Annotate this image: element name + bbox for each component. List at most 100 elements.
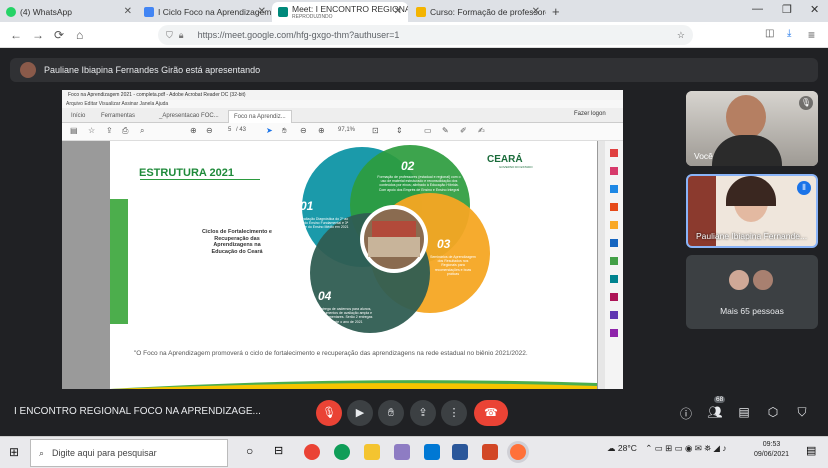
close-tab-icon[interactable]: ✕ — [124, 6, 132, 17]
circle-04-text: Entrega de cadernos para alunos, instrum… — [317, 307, 373, 324]
pdf-tool-icon — [610, 239, 618, 247]
avatar — [752, 269, 774, 291]
hand-icon: ✋︎ — [282, 126, 287, 135]
close-tab-icon[interactable]: ✕ — [532, 6, 540, 17]
back-icon[interactable]: ← — [10, 28, 22, 42]
raise-hand-button[interactable]: ✋︎ — [378, 400, 404, 426]
google-drive-icon — [144, 7, 154, 17]
highlight-icon: ✐ — [460, 126, 467, 135]
tab-meet[interactable]: Meet: I ENCONTRO REGIONAL REPRODUZINDO ✕ — [272, 2, 408, 22]
system-tray: ☁︎ 28°C ⌃ ▭ ⊞ ▭ ◉ ✉ ⛯ ◢ ♪ — [607, 443, 727, 454]
participant-tile-you[interactable]: 🎙︎ Você — [686, 91, 818, 166]
cycle-label: Ciclos de Fortalecimento e Recuperação d… — [202, 229, 272, 255]
tray-icons[interactable]: ⌃ ▭ ⊞ ▭ ◉ ✉ ⛯ ◢ ♪ — [645, 443, 726, 453]
acrobat-login: Fazer logon — [574, 111, 606, 117]
url-field[interactable]: ⛉ 🔒︎ https://meet.google.com/hfg-gxgo-th… — [158, 25, 693, 45]
edge-icon[interactable] — [334, 444, 350, 460]
circle-01-number: 01 — [300, 199, 314, 213]
acrobat-menu-bar: Arquivo Editar Visualizar Assinar Janela… — [62, 100, 623, 108]
windows-start-icon[interactable]: ⊞ — [9, 445, 19, 459]
restore-icon[interactable]: ❐ — [782, 3, 792, 16]
participant-count-badge: 68 — [714, 396, 726, 403]
task-view-icon[interactable]: ○ — [246, 444, 253, 458]
print-icon: ⎙ — [122, 126, 129, 135]
meet-icon — [278, 7, 288, 17]
acrobat-tab-doc2: Foco na Aprendiz... — [228, 110, 292, 123]
clock[interactable]: 09:53 09/06/2021 — [754, 440, 789, 460]
new-tab-icon[interactable]: + — [552, 4, 560, 19]
circle-02-text: Formação de professores (estadual e regi… — [377, 175, 461, 192]
close-tab-icon[interactable]: ✕ — [394, 6, 402, 17]
widgets-icon[interactable]: ⊟ — [274, 444, 283, 457]
lock-icon: 🔒︎ — [178, 29, 184, 40]
windows-taskbar: ⊞ ⌕ Digite aqui para pesquisar ○ ⊟ ☁︎ 28… — [0, 436, 828, 468]
close-window-icon[interactable]: ✕ — [810, 3, 819, 16]
present-button[interactable]: ⇪ — [410, 400, 436, 426]
pdf-tool-icon — [610, 293, 618, 301]
muted-mic-icon: 🎙︎ — [799, 96, 813, 110]
zoom-search-icon: ⌕ — [140, 126, 145, 135]
chrome-icon[interactable] — [304, 444, 320, 460]
notifications-icon[interactable]: ▤ — [806, 444, 816, 457]
powerpoint-icon[interactable] — [482, 444, 498, 460]
cursor-icon: ➤ — [266, 126, 273, 135]
pdf-tool-icon — [610, 329, 618, 337]
participant-name: Pauliane Ibiapina Fernande... — [696, 231, 808, 241]
mail-icon[interactable] — [424, 444, 440, 460]
title-underline — [140, 179, 260, 180]
comment-icon: ▭ — [424, 126, 432, 135]
chat-icon[interactable]: ▤ — [736, 405, 752, 419]
menu-icon[interactable]: ≡ — [808, 28, 815, 42]
face — [726, 95, 766, 139]
reload-icon[interactable]: ⟳ — [54, 28, 64, 42]
download-icon[interactable]: ⤓ — [787, 28, 791, 39]
save-icon: ▤ — [70, 126, 78, 135]
presenter-avatar — [20, 62, 36, 78]
acrobat-tab-home: Início — [71, 113, 86, 119]
pdf-tool-icon — [610, 275, 618, 283]
temperature: 28°C — [617, 443, 637, 453]
scroll-icon: ⇕ — [396, 126, 403, 135]
file-explorer-icon[interactable] — [364, 444, 380, 460]
fit-icon: ⊡ — [372, 126, 379, 135]
info-icon[interactable]: ⓘ — [678, 405, 694, 422]
acrobat-tab-doc1: _Apresentacao FOC... — [159, 113, 219, 119]
firefox-icon[interactable] — [510, 444, 526, 460]
tab-whatsapp[interactable]: (4) WhatsApp ✕ — [0, 2, 138, 22]
forward-icon[interactable]: → — [32, 28, 44, 42]
acrobat-toolbar: ▤ ☆ ⇪ ⎙ ⌕ ⊕ ⊖ 5 / 43 ➤ ✋︎ ⊖ ⊕ 97,1% ⊡ ⇕ … — [62, 123, 623, 141]
taskbar-search[interactable]: ⌕ Digite aqui para pesquisar — [30, 439, 228, 467]
word-icon[interactable] — [452, 444, 468, 460]
page-number: 5 — [228, 127, 232, 133]
activities-icon[interactable]: ⬡ — [765, 405, 781, 419]
shield-icon: ⛉ — [166, 29, 173, 40]
more-participants-tile[interactable]: Mais 65 pessoas — [686, 255, 818, 329]
camera-button[interactable]: ▶︎ — [347, 400, 373, 426]
more-participants-label: Mais 65 pessoas — [720, 306, 784, 316]
tab-ciclo-foco[interactable]: I Ciclo Foco na Aprendizagem ✕ — [138, 2, 272, 22]
pdf-tool-icon — [610, 149, 618, 157]
participant-name: Você — [694, 151, 713, 161]
host-controls-icon[interactable]: ⛉ — [794, 405, 810, 420]
bookmark-star-icon[interactable]: ☆ — [677, 30, 685, 41]
people-icon[interactable]: 👥︎ — [707, 405, 723, 419]
home-icon[interactable]: ⌂ — [76, 28, 83, 42]
pdf-tool-icon — [610, 221, 618, 229]
media-icon[interactable] — [394, 444, 410, 460]
more-options-button[interactable]: ⋮ — [441, 400, 467, 426]
leave-call-button[interactable]: ☎︎ — [474, 400, 508, 426]
acrobat-right-panel — [605, 141, 623, 389]
photo-courtyard — [368, 237, 420, 257]
address-bar-row: ← → ⟳ ⌂ ⛉ 🔒︎ https://meet.google.com/hfg… — [0, 22, 828, 48]
close-tab-icon[interactable]: ✕ — [258, 6, 266, 17]
tab-curso[interactable]: Curso: Formação de professore ✕ — [410, 2, 546, 22]
pocket-icon[interactable]: ◫ — [765, 28, 774, 39]
pdf-scrollbar — [598, 141, 605, 389]
mic-off-button[interactable]: 🎙︎ — [316, 400, 342, 426]
pen-icon: ✎ — [442, 126, 449, 135]
participant-tile-presenter[interactable]: ⦀ Pauliane Ibiapina Fernande... — [686, 174, 818, 248]
browser-tab-bar: (4) WhatsApp ✕ I Ciclo Foco na Aprendiza… — [0, 0, 828, 22]
minimize-icon[interactable]: — — [752, 3, 763, 15]
upload-icon: ⇪ — [106, 126, 113, 135]
circle-01-text: Avaliação Diagnóstica do 2º ao 9º do Ens… — [299, 217, 349, 230]
